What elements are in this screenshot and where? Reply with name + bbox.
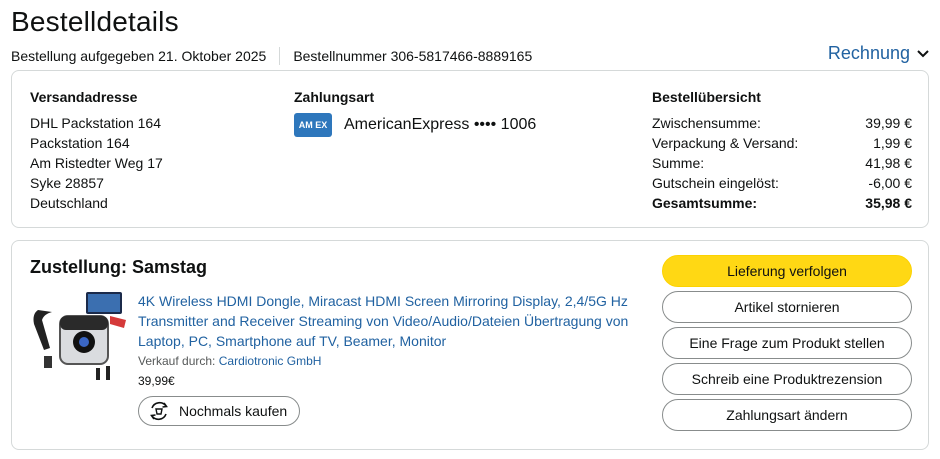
- summary-row: Summe: 41,98 €: [652, 155, 912, 171]
- seller-link[interactable]: Cardiotronic GmbH: [219, 354, 322, 368]
- summary-total-row: Gesamtsumme: 35,98 €: [652, 195, 912, 211]
- summary-heading: Bestellübersicht: [652, 89, 761, 105]
- payment-heading: Zahlungsart: [294, 89, 375, 105]
- invoice-dropdown[interactable]: Rechnung: [828, 43, 930, 64]
- chevron-down-icon: [917, 49, 929, 57]
- delivery-box: Zustellung: Samstag 4K Wireless HDMI Don…: [11, 240, 929, 450]
- address-line: Syke 28857: [30, 175, 104, 191]
- address-line: Packstation 164: [30, 135, 130, 151]
- address-line: DHL Packstation 164: [30, 115, 161, 131]
- change-payment-button[interactable]: Zahlungsart ändern: [662, 399, 912, 431]
- product-price: 39,99€: [138, 374, 175, 388]
- order-number: Bestellnummer 306-5817466-8889165: [293, 48, 533, 64]
- seller-info: Verkauf durch: Cardiotronic GmbH: [138, 354, 321, 368]
- cancel-item-button[interactable]: Artikel stornieren: [662, 291, 912, 323]
- card-text: AmericanExpress •••• 1006: [344, 116, 537, 133]
- address-line: Deutschland: [30, 195, 108, 211]
- reorder-icon: [150, 401, 168, 421]
- track-delivery-button[interactable]: Lieferung verfolgen: [662, 255, 912, 287]
- summary-row: Verpackung & Versand: 1,99 €: [652, 135, 912, 151]
- ask-question-button[interactable]: Eine Frage zum Produkt stellen: [662, 327, 912, 359]
- summary-row: Zwischensumme: 39,99 €: [652, 115, 912, 131]
- order-date: Bestellung aufgegeben 21. Oktober 2025: [11, 48, 267, 64]
- amex-card-icon: AM EX: [294, 113, 332, 137]
- page-title: Bestelldetails: [11, 6, 179, 37]
- address-line: Am Ristedter Weg 17: [30, 155, 163, 171]
- order-info-box: Versandadresse DHL Packstation 164 Packs…: [11, 70, 929, 228]
- payment-method: Zahlungsart AM EX AmericanExpress •••• 1…: [294, 87, 536, 137]
- shipping-heading: Versandadresse: [30, 89, 138, 105]
- order-summary: Bestellübersicht Zwischensumme: 39,99 € V…: [652, 87, 912, 213]
- buy-again-button[interactable]: Nochmals kaufen: [138, 396, 301, 426]
- write-review-button[interactable]: Schreib eine Produktrezension: [662, 363, 912, 395]
- invoice-label: Rechnung: [827, 43, 910, 63]
- shipping-address: Versandadresse DHL Packstation 164 Packs…: [30, 87, 163, 213]
- seller-prefix: Verkauf durch:: [138, 354, 216, 368]
- product-image[interactable]: [30, 290, 126, 386]
- summary-row: Gutschein eingelöst: -6,00 €: [652, 175, 912, 191]
- buy-again-label: Nochmals kaufen: [179, 403, 288, 419]
- meta-divider: [279, 47, 281, 65]
- action-buttons: Lieferung verfolgen Artikel stornieren E…: [662, 255, 912, 435]
- product-title-link[interactable]: 4K Wireless HDMI Dongle, Miracast HDMI S…: [138, 291, 653, 351]
- order-meta: Bestellung aufgegeben 21. Oktober 2025 B…: [11, 47, 532, 65]
- delivery-heading: Zustellung: Samstag: [30, 257, 208, 277]
